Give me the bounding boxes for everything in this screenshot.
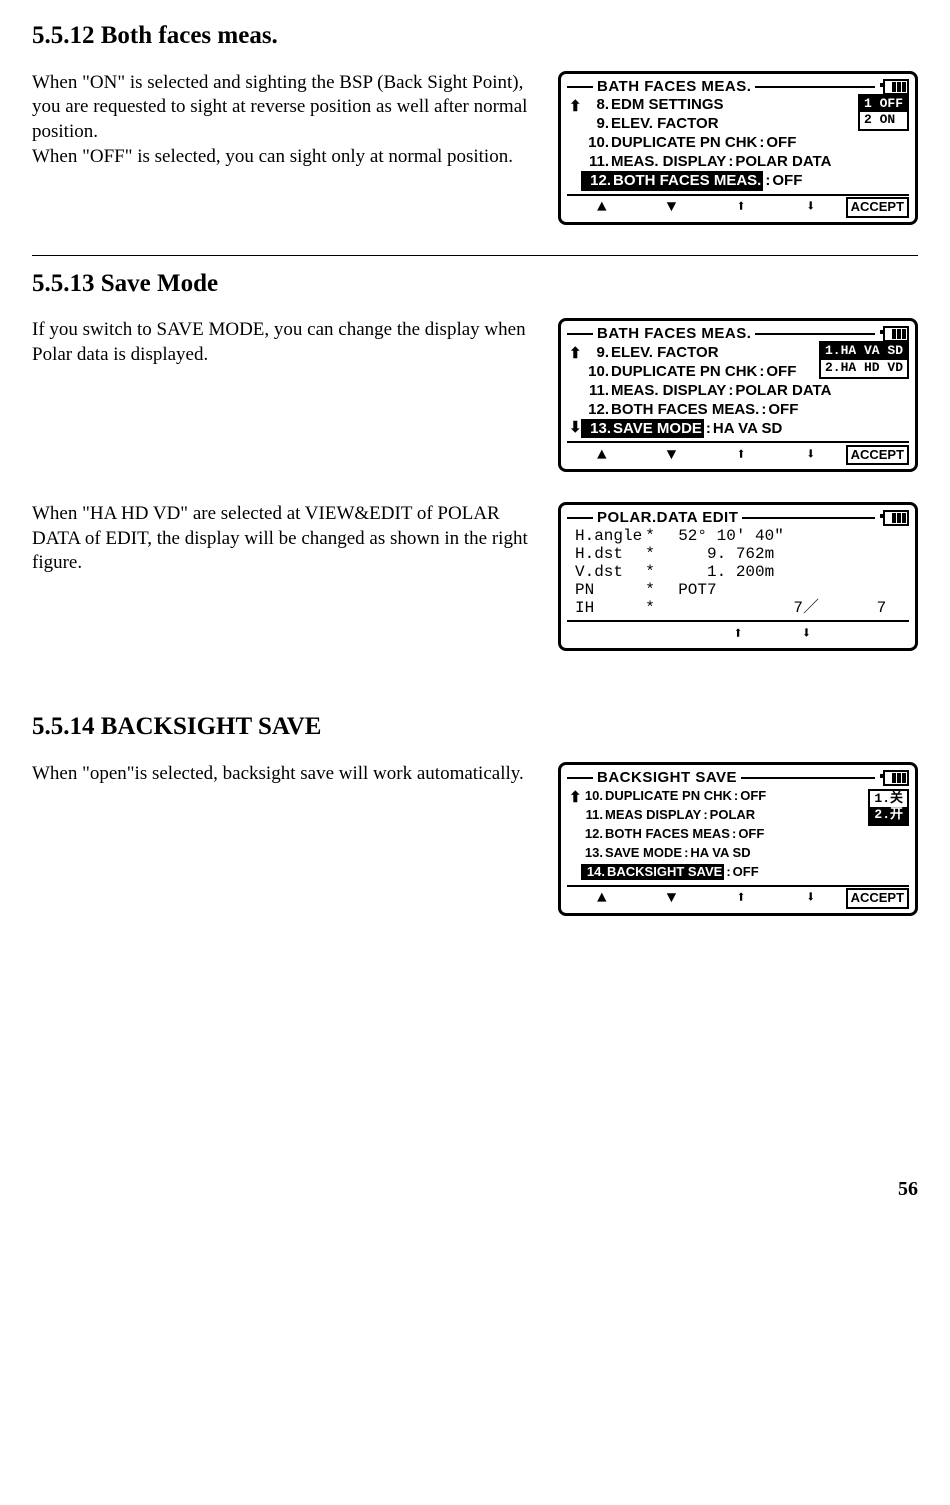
body-text: When "open"is selected, backsight save w… [32, 762, 538, 787]
softkeys: ▲ ▼ ⬆ ⬇ ACCEPT [567, 194, 909, 218]
softkey: ⬆ [706, 888, 776, 909]
lcd-5514: BACKSIGHT SAVE ⬆ 10.DUPLICATE PN CHK:OFF… [558, 762, 918, 916]
lcd-title: BATH FACES MEAS. [597, 77, 751, 97]
option-box: 1.关 2.开 [868, 789, 909, 827]
lcd-5512: BATH FACES MEAS. ⬆ 8.EDM SETTINGS 9.ELEV… [558, 71, 918, 225]
menu-row: 11.MEAS. DISPLAY:POLAR DATA [581, 153, 909, 172]
lcd-title: BATH FACES MEAS. [597, 324, 751, 344]
heading: 5.5.13 Save Mode [32, 268, 918, 301]
softkeys: ⬆ ⬇ [567, 620, 909, 644]
data-row: V.dst* 1. 200m [575, 563, 909, 581]
menu-row-selected: 13.SAVE MODE:HA VA SD [581, 419, 909, 438]
softkey: ⬇ [772, 624, 840, 645]
battery-icon [883, 79, 909, 95]
body-text: When "ON" is selected and sighting the B… [32, 71, 538, 170]
softkey: ▼ [637, 888, 707, 909]
softkey: ⬆ [706, 197, 776, 218]
accept-button: ACCEPT [846, 197, 909, 218]
softkeys: ▲ ▼ ⬆ ⬇ ACCEPT [567, 885, 909, 909]
softkey: ⬆ [706, 445, 776, 466]
scroll-up-icon: ⬆ [569, 790, 582, 805]
heading: 5.5.14 BACKSIGHT SAVE [32, 711, 918, 744]
softkeys: ▲ ▼ ⬆ ⬇ ACCEPT [567, 441, 909, 465]
menu-row: 12.BOTH FACES MEAS.:OFF [581, 400, 909, 419]
accept-button: ACCEPT [846, 888, 909, 909]
scroll-up-icon: ⬆ [569, 99, 582, 114]
menu-row-selected: 14.BACKSIGHT SAVE:OFF [581, 863, 909, 882]
scroll-down-icon: ⬇ [569, 420, 582, 435]
option-box: 1 OFF 2 ON [858, 94, 909, 132]
softkey: ⬇ [776, 197, 846, 218]
section-5512: 5.5.12 Both faces meas. When "ON" is sel… [32, 20, 918, 225]
menu-row: 12.BOTH FACES MEAS:OFF [581, 825, 909, 844]
lcd-polar: POLAR.DATA EDIT H.angle* 52° 10′ 40″ H.d… [558, 502, 918, 651]
section-5513b: When "HA HD VD" are selected at VIEW&EDI… [32, 502, 918, 651]
softkey: ▲ [567, 197, 637, 218]
softkey: ⬇ [776, 445, 846, 466]
softkey: ▼ [637, 197, 707, 218]
data-row: H.dst* 9. 762m [575, 545, 909, 563]
page-number: 56 [32, 1176, 918, 1202]
battery-icon [883, 770, 909, 786]
section-divider [32, 255, 918, 256]
section-5513: 5.5.13 Save Mode If you switch to SAVE M… [32, 268, 918, 473]
softkey: ⬇ [776, 888, 846, 909]
body-text: When "HA HD VD" are selected at VIEW&EDI… [32, 502, 538, 576]
lcd-5513: BATH FACES MEAS. ⬆ ⬇ 9.ELEV. FACTOR 10.D… [558, 318, 918, 472]
menu-row: 11.MEAS DISPLAY:POLAR [581, 806, 909, 825]
softkey: ⬆ [704, 624, 772, 645]
data-row: PN* POT7 [575, 581, 909, 599]
scroll-up-icon: ⬆ [569, 346, 582, 361]
battery-icon [883, 326, 909, 342]
softkey: ▲ [567, 888, 637, 909]
menu-row: 10.DUPLICATE PN CHK:OFF [581, 787, 909, 806]
battery-icon [883, 510, 909, 526]
menu-row: 11.MEAS. DISPLAY:POLAR DATA [581, 381, 909, 400]
menu-row-selected: 12.BOTH FACES MEAS.:OFF [581, 172, 909, 191]
data-row: IH* 7／ 7 [575, 599, 909, 617]
lcd-title: BACKSIGHT SAVE [597, 768, 737, 788]
heading: 5.5.12 Both faces meas. [32, 20, 918, 53]
body-text: If you switch to SAVE MODE, you can chan… [32, 318, 538, 367]
section-5514: 5.5.14 BACKSIGHT SAVE When "open"is sele… [32, 711, 918, 916]
menu-row: 13.SAVE MODE:HA VA SD [581, 844, 909, 863]
softkey: ▲ [567, 445, 637, 466]
data-row: H.angle* 52° 10′ 40″ [575, 527, 909, 545]
accept-button: ACCEPT [846, 445, 909, 466]
option-box: 1.HA VA SD 2.HA HD VD [819, 341, 909, 379]
menu-row: 10.DUPLICATE PN CHK:OFF [581, 134, 909, 153]
softkey: ▼ [637, 445, 707, 466]
